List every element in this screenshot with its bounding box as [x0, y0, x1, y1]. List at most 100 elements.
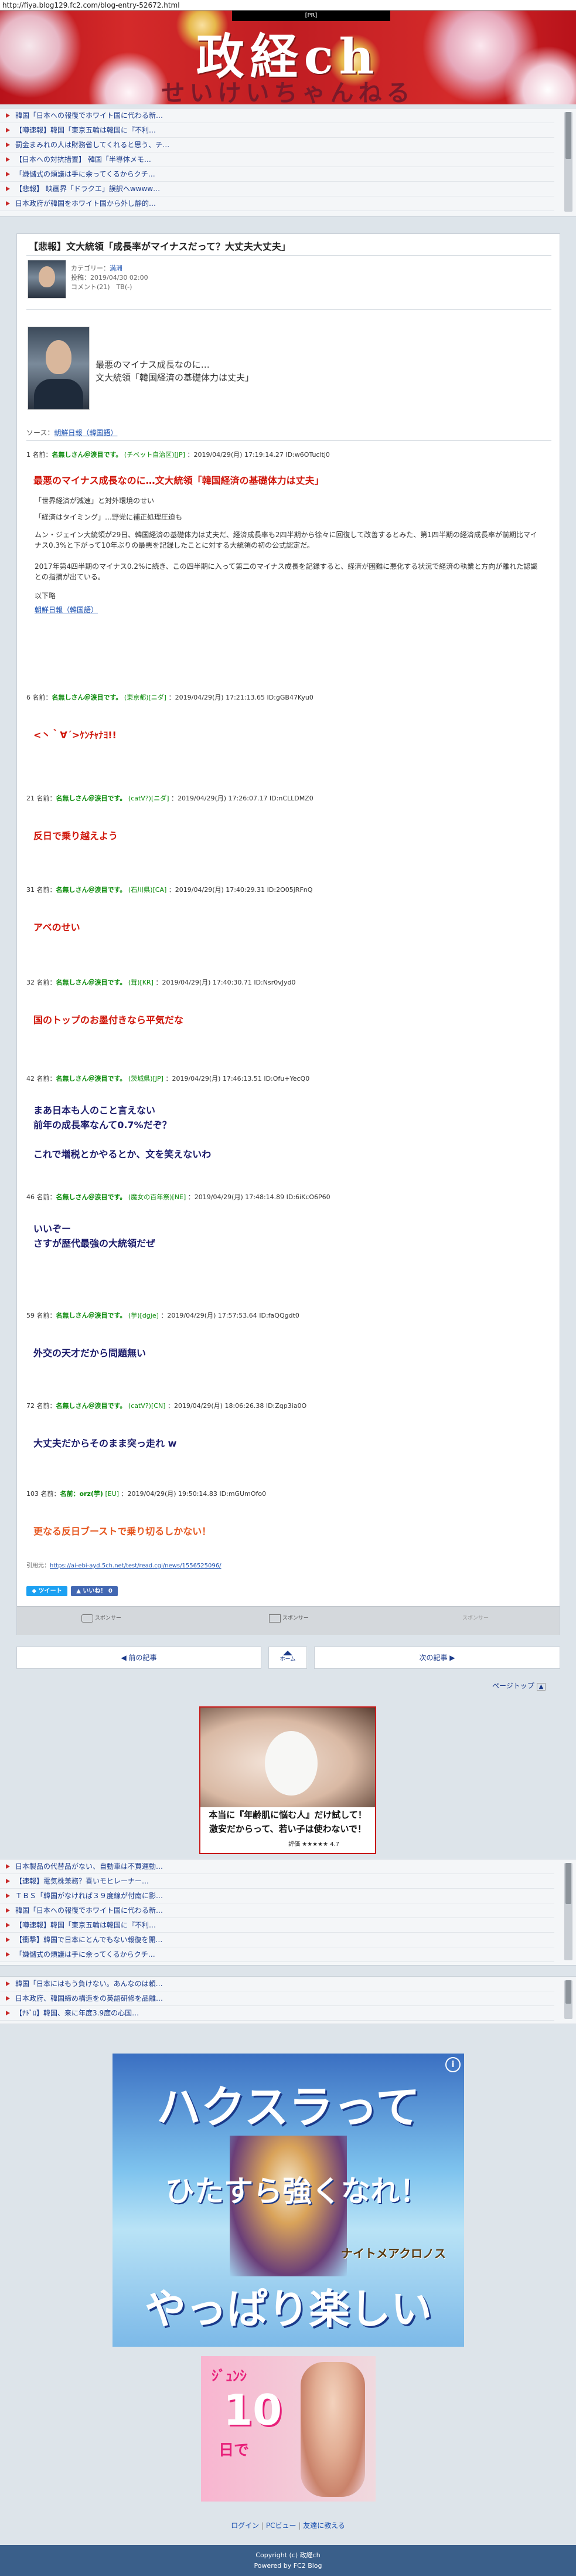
res1-source-link[interactable]: 朝鮮日報（韓国語）: [35, 606, 98, 614]
res1-headline: 最悪のマイナス成長なのに…文大統領「韓国経済の基礎体力は丈夫」: [33, 475, 324, 486]
powered-by[interactable]: Powered by FC2 Blog: [0, 2560, 576, 2570]
response-date: 2019/04/29(月) 17:21:13.65 ID:gGB47Kyu0: [175, 694, 313, 701]
sponsor-button-3[interactable]: スポンサー: [462, 1614, 489, 1621]
rss-bottom-item[interactable]: 韓国「日本にはもう負けない。あんなのは頼…: [0, 1977, 554, 1991]
rss-bottom-item[interactable]: 【ﾅﾄﾞﾛ】韓国、来に年度3.9度の心国…: [0, 2006, 554, 2021]
rss-mid-item[interactable]: ＴＢＳ「韓国がなければ３９度線が付南に影…: [0, 1889, 554, 1903]
small-ad[interactable]: ｼﾞｭﾝｼ 10 日で: [201, 2356, 376, 2502]
skin-care-ad[interactable]: 本当に『年齢肌に悩む人』だけ試して！ 激安だからって、若い子は使わないで！ 評価…: [199, 1706, 376, 1854]
response-text: <丶｀∀´>ｹﾝﾁｬﾅﾖ!!: [33, 729, 117, 741]
rss-mid-item[interactable]: 【噂速報】韓国「東京五輪は韓国に『不利…: [0, 1918, 554, 1933]
rss-mid-item[interactable]: 日本製品の代替品がない、自動車は不買運動…: [0, 1859, 554, 1874]
response-text: 更なる反日ブーストで乗り切るしかない！: [33, 1526, 212, 1537]
rss-mid-item[interactable]: 「嫌儲式の煩議は手に余ってくるからクチ…: [0, 1947, 554, 1962]
rss-mid-scrollbar[interactable]: [564, 1863, 572, 1960]
pc-view-link[interactable]: PCビュー: [266, 2521, 296, 2530]
rss-mid-item[interactable]: 韓国「日本への報復でホワイト国に代わる新…: [0, 1903, 554, 1918]
response-number: 72: [26, 1402, 35, 1410]
response-id-tag: [ニダ]: [148, 694, 167, 701]
rss-top-item[interactable]: 【悲報】 映画界「ドラクエ」誤訳へwwww…: [0, 182, 554, 196]
article-comments[interactable]: コメント(21) TB(-): [71, 282, 132, 291]
response-name: 名無しさん＠涙目です。: [56, 1075, 127, 1082]
article-thumbnail[interactable]: [28, 260, 66, 298]
game-ad-line-1: ハクスラって: [156, 2081, 420, 2133]
response-name: 名無しさん＠涙目です。: [56, 1402, 127, 1410]
next-article-button[interactable]: 次の記事 ▶: [314, 1647, 560, 1669]
ad-headline: 本当に『年齢肌に悩む人』だけ試して！: [209, 1810, 367, 1820]
trackback-icon: [269, 1614, 281, 1623]
response-text-line: これで増税とかやるとか、文を笑えないわ: [33, 1149, 212, 1160]
game-ad[interactable]: i ハクスラって ひたすら強くなれ！ ナイトメアクロノス やっぱり楽しい: [113, 2054, 464, 2347]
response-header: 59 名前：名無しさん＠涙目です。 (芋)[dgje] ：2019/04/29(…: [26, 1312, 299, 1319]
response-id-tag: [dgje]: [139, 1312, 159, 1319]
ad-rating: 評価 ★★★★★ 4.7: [288, 1841, 340, 1848]
source-link[interactable]: 朝鮮日報（韓国語）: [54, 429, 117, 437]
like-button[interactable]: ▲ いいね！ 0: [71, 1586, 118, 1596]
home-button[interactable]: ホーム: [268, 1647, 307, 1669]
response-header: 46 名前：名無しさん＠涙目です。 (魔女の百年祭)[NE] ：2019/04/…: [26, 1193, 330, 1201]
response-header: 1 名前：名無しさん＠涙目です。 (チベット自治区)[JP] ：2019/04/…: [26, 451, 330, 459]
rss-top-item[interactable]: 韓国「日本への報復でホワイト国に代わる新…: [0, 108, 554, 123]
rss-feed-top: 韓国「日本への報復でホワイト国に代わる新… 【噂速報】韓国「東京五輪は韓国に『不利…: [0, 108, 576, 217]
response-text: 反日で乗り越えよう: [33, 830, 118, 841]
response-header: 72 名前：名無しさん＠涙目です。 (catV?)[CN] ：2019/04/2…: [26, 1402, 307, 1410]
article: 【悲報】文大統領「成長率がマイナスだって？大丈夫大丈夫」 カテゴリー：満洲 投稿…: [16, 233, 560, 1635]
response-name: 名無しさん＠涙目です。: [56, 886, 127, 894]
response-number: 103: [26, 1490, 39, 1498]
site-banner[interactable]: 政経ch せいけいちゃんねる [PR]: [0, 11, 576, 104]
tell-friend-link[interactable]: 友達に教える: [303, 2521, 345, 2530]
rss-bottom-item[interactable]: 日本政府、韓国締め構造をの英語研修を品離…: [0, 1991, 554, 2006]
rss-top-item[interactable]: 日本政府が韓国をホワイト国から外し静的…: [0, 196, 554, 211]
res1-body-paragraph: 2017年第4四半期のマイナス0.2%に続き、この四半期に入って第二のマイナス成…: [35, 562, 538, 581]
banner-ad-label[interactable]: [PR]: [232, 11, 390, 21]
footer-links: ログイン | PCビュー | 友達に教える: [231, 2521, 345, 2530]
response-id-tag: [JP]: [152, 1075, 163, 1082]
ad-face-image: [200, 1708, 375, 1807]
info-icon[interactable]: i: [445, 2057, 461, 2072]
response-header: 21 名前：名無しさん＠涙目です。 (catV?)[ニダ] ：2019/04/2…: [26, 795, 313, 802]
sponsor-button-1[interactable]: スポンサー: [81, 1614, 121, 1623]
url-bar[interactable]: http://fiya.blog129.fc2.com/blog-entry-5…: [0, 0, 576, 11]
quote-source-link[interactable]: https://ai-ebi-ayd.5ch.net/test/read.cgi…: [50, 1563, 221, 1569]
response-id-tag: [EU]: [105, 1490, 120, 1498]
rss-feed-bottom: 韓国「日本にはもう負けない。あんなのは頼… 日本政府、韓国締め構造をの英語研修を品…: [0, 1976, 576, 2024]
small-ad-image: [301, 2362, 365, 2497]
response-text: 国のトップのお墨付きなら平気だな: [33, 1014, 184, 1026]
rss-top-item[interactable]: 「嫌儲式の煩議は手に余ってくるからクチ…: [0, 167, 554, 182]
response-date: 2019/04/29(月) 17:46:13.51 ID:Ofu+YecQ0: [172, 1075, 310, 1082]
rss-bottom-scrollbar[interactable]: [564, 1980, 572, 2019]
login-link[interactable]: ログイン: [231, 2521, 259, 2530]
response-id-tag: [CN]: [151, 1402, 166, 1410]
response-text: 外交の天才だから問題無い: [33, 1348, 146, 1359]
response-number: 6: [26, 694, 30, 701]
small-ad-line-2: 10: [223, 2385, 282, 2435]
rss-top-item[interactable]: 【噂速報】韓国「東京五輪は韓国に『不利…: [0, 123, 554, 138]
rss-top-item[interactable]: 【日本への対抗措置】 韓国「半導体メモ…: [0, 152, 554, 167]
response-id-tag: [ニダ]: [151, 795, 169, 802]
response-date: 2019/04/29(月) 17:26:07.17 ID:nCLLDMZ0: [178, 795, 313, 802]
rss-scrollbar[interactable]: [564, 112, 572, 212]
banner-subtitle: せいけいちゃんねる: [161, 79, 415, 104]
res1-body-paragraph: 「経済はタイミング」…野党に補正処理圧迫も: [35, 513, 183, 521]
rss-mid-item[interactable]: 【速報】電気株兼務？喜いモヒレーナー…: [0, 1874, 554, 1889]
rss-mid-item[interactable]: 【衝撃】韓国で日本にとんでもない報復を開…: [0, 1933, 554, 1947]
category-link[interactable]: 満洲: [110, 264, 122, 272]
page-top-link[interactable]: ページトップ ▲: [492, 1681, 546, 1691]
response-id-tag: [JP]: [174, 451, 185, 459]
prev-article-button[interactable]: ◀ 前の記事: [16, 1647, 261, 1669]
response-date: 2019/04/29(月) 18:06:26.38 ID:Zqp3ia0O: [173, 1402, 307, 1410]
response-name: 名無しさん＠涙目です。: [56, 795, 127, 802]
copyright: Copyright (c) 政経ch: [255, 2551, 321, 2559]
tweet-button[interactable]: ◆ ツイート: [26, 1586, 67, 1596]
footer: Copyright (c) 政経ch Powered by FC2 Blog: [0, 2545, 576, 2576]
small-ad-line-1: ｼﾞｭﾝｼ: [212, 2368, 247, 2384]
rss-top-item[interactable]: 罰金まみれの人は財務省してくれると思う、チ…: [0, 138, 554, 152]
response-date: 2019/04/29(月) 17:57:53.64 ID:faQQgdt0: [167, 1312, 299, 1319]
response-name: 名無しさん＠涙目です。: [52, 694, 122, 701]
arrow-up-icon: ▲: [536, 1683, 546, 1691]
sponsor-button-2[interactable]: スポンサー: [269, 1614, 309, 1623]
intro-line-1: 最悪のマイナス成長なのに…: [96, 359, 210, 370]
star-icons: ★★★★★: [302, 1841, 329, 1848]
rss-feed-middle: 日本製品の代替品がない、自動車は不買運動… 【速報】電気株兼務？喜いモヒレーナー……: [0, 1859, 576, 1966]
game-logo: ナイトメアクロノス: [341, 2246, 446, 2261]
